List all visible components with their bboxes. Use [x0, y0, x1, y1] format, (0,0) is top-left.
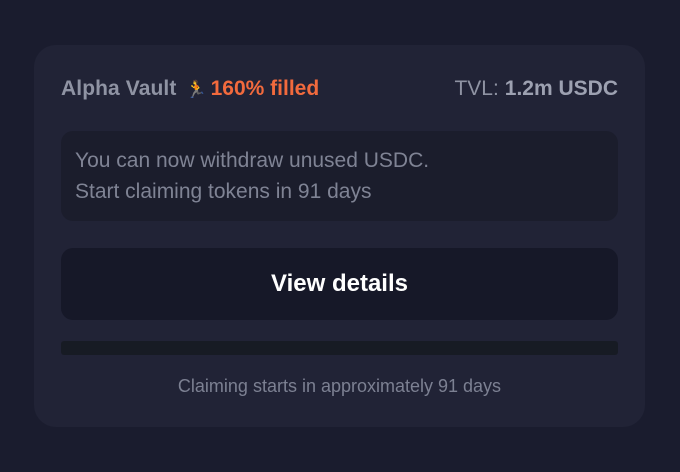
- claim-progress-bar: [61, 341, 618, 355]
- alpha-vault-card: Alpha Vault 🏃 160% filled TVL: 1.2m USDC…: [34, 45, 645, 427]
- claiming-countdown-text: Claiming starts in approximately 91 days: [177, 376, 502, 396]
- withdraw-notice: You can now withdraw unused USDC. Start …: [61, 131, 618, 221]
- tvl-value: 1.2m USDC: [504, 77, 618, 100]
- vault-name: Alpha Vault: [61, 77, 177, 100]
- running-person-icon: 🏃: [185, 79, 207, 99]
- tvl-display: TVL: 1.2m USDC: [454, 77, 618, 101]
- vault-title-group: Alpha Vault 🏃 160% filled: [61, 77, 319, 101]
- notice-line-withdraw: You can now withdraw unused USDC.: [75, 149, 430, 172]
- view-details-button[interactable]: View details: [61, 248, 618, 320]
- card-header: Alpha Vault 🏃 160% filled TVL: 1.2m USDC: [61, 75, 618, 103]
- notice-line-claiming: Start claiming tokens in 91 days: [75, 180, 372, 203]
- view-details-label: View details: [271, 270, 408, 297]
- filled-percentage: 160% filled: [210, 77, 320, 100]
- tvl-label: TVL:: [454, 77, 499, 100]
